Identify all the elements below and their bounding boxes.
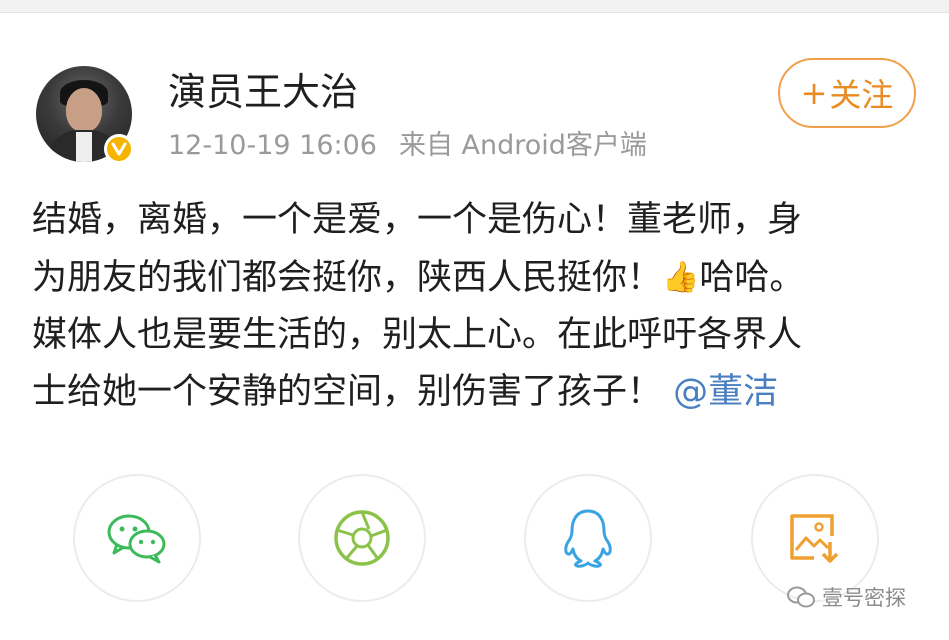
wechat-official-account-icon — [786, 585, 816, 609]
avatar-collar — [76, 132, 92, 162]
share-moments-button[interactable] — [298, 474, 426, 602]
post-line-2-text: 为朋友的我们都会挺你，陕西人民挺你！ — [32, 258, 663, 298]
post-meta: 12-10-19 16:06 来自 Android客户端 — [168, 128, 647, 164]
mention-link[interactable]: @董洁 — [673, 372, 778, 412]
post-source: 来自 Android客户端 — [398, 130, 647, 161]
wechat-icon — [107, 514, 166, 564]
follow-button[interactable]: + 关注 — [778, 58, 916, 128]
post-line-4-text: 士给她一个安静的空间，别伤害了孩子！ — [32, 372, 663, 412]
post-timestamp: 12-10-19 16:06 — [168, 130, 377, 161]
author-name[interactable]: 演员王大治 — [168, 68, 358, 116]
qq-icon — [564, 509, 612, 568]
thumbs-up-icon: 👍 — [662, 260, 700, 295]
post-body: 结婚，离婚，一个是爱，一个是伤心！董老师，身 为朋友的我们都会挺你，陕西人民挺你… — [32, 192, 932, 421]
top-divider-strip — [0, 0, 949, 13]
plus-icon: + — [800, 74, 828, 112]
save-image-icon — [790, 514, 839, 563]
post-line-2-tail: 哈哈。 — [699, 258, 805, 298]
watermark: 壹号密探 — [786, 582, 906, 612]
post-line-1: 结婚，离婚，一个是爱，一个是伤心！董老师，身 — [32, 200, 803, 240]
watermark-text: 壹号密探 — [822, 586, 906, 610]
verified-badge-icon — [104, 134, 134, 164]
moments-icon — [334, 510, 390, 566]
share-qq-button[interactable] — [524, 474, 652, 602]
avatar-face — [66, 88, 102, 132]
share-wechat-button[interactable] — [73, 474, 201, 602]
post-line-2: 为朋友的我们都会挺你，陕西人民挺你！👍哈哈。 — [32, 249, 932, 307]
post-line-4: 士给她一个安静的空间，别伤害了孩子！ @董洁 — [32, 364, 932, 421]
follow-label: 关注 — [829, 76, 894, 114]
post-line-3: 媒体人也是要生活的，别太上心。在此呼吁各界人 — [32, 315, 803, 355]
